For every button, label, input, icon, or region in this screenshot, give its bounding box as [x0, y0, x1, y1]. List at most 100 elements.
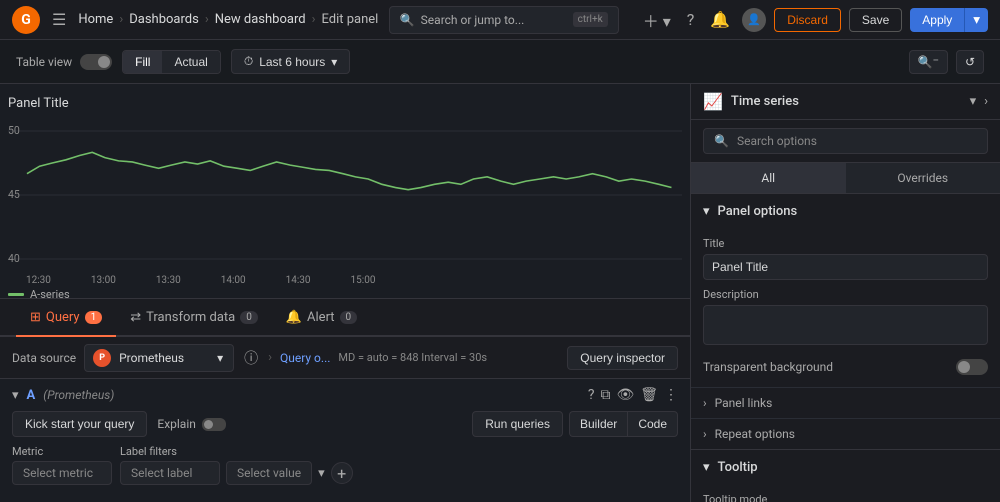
kickstart-row: Kick start your query Explain Run querie… — [12, 411, 678, 437]
chevron-right-icon: › — [703, 427, 707, 441]
panel-options-content: Title Description Transparent background — [691, 237, 1000, 387]
discard-button[interactable]: Discard — [774, 8, 841, 32]
query-editor: ▾ A (Prometheus) ? ⧉ 👁 🗑 ⋮ Kick start yo… — [0, 379, 690, 502]
sub-toolbar: Table view Fill Actual ⏱ Last 6 hours ▾ … — [0, 40, 1000, 84]
breadcrumb-new-dashboard[interactable]: New dashboard — [215, 12, 306, 27]
panel-options-header[interactable]: ▾ Panel options — [691, 194, 1000, 229]
label-select[interactable]: Select label — [120, 461, 220, 485]
hamburger-menu[interactable]: ☰ — [48, 6, 70, 33]
query-badge: 1 — [85, 311, 103, 324]
top-nav: G ☰ Home › Dashboards › New dashboard › … — [0, 0, 1000, 40]
actual-button[interactable]: Actual — [162, 51, 219, 73]
apply-button[interactable]: Apply — [910, 8, 964, 32]
chevron-right-icon: › — [703, 396, 707, 410]
explain-switch[interactable] — [202, 418, 226, 431]
alert-badge: 0 — [340, 311, 358, 324]
svg-text:45: 45 — [8, 188, 20, 201]
repeat-options-row[interactable]: › Repeat options — [691, 418, 1000, 449]
builder-code-toggle: Builder Code — [569, 411, 678, 437]
more-icon[interactable]: ⋮ — [664, 387, 678, 403]
x-label-1330: 13:30 — [156, 275, 181, 286]
query-letter: A — [27, 388, 36, 403]
svg-text:40: 40 — [8, 252, 20, 265]
svg-text:50: 50 — [8, 124, 20, 137]
tab-query[interactable]: ⊞ Query 1 — [16, 302, 116, 337]
query-link[interactable]: Query o... — [280, 351, 330, 365]
chevron-down-icon: ▾ — [217, 351, 223, 365]
transparent-bg-row: Transparent background — [703, 359, 988, 375]
query-inspector-button[interactable]: Query inspector — [567, 346, 678, 370]
search-icon: 🔍 — [714, 134, 729, 148]
refresh-button[interactable]: ↺ — [956, 50, 984, 74]
breadcrumb-dashboards[interactable]: Dashboards — [129, 12, 199, 27]
search-icon: 🔍 — [400, 13, 415, 27]
duplicate-icon[interactable]: ⧉ — [600, 387, 610, 403]
viz-expand-icon[interactable]: ▾ — [970, 94, 977, 109]
breadcrumb: Home › Dashboards › New dashboard › Edit… — [78, 12, 378, 27]
title-input[interactable] — [703, 254, 988, 280]
tab-alert[interactable]: 🔔 Alert 0 — [272, 302, 371, 337]
tooltip-header[interactable]: ▾ Tooltip — [691, 450, 1000, 485]
query-meta: MD = auto = 848 Interval = 30s — [338, 351, 487, 364]
viz-chevron-icon[interactable]: › — [984, 94, 988, 109]
apply-dropdown-button[interactable]: ▾ — [964, 8, 988, 32]
add-icon[interactable]: ＋ ▾ — [639, 4, 675, 36]
builder-button[interactable]: Builder — [569, 411, 627, 437]
trash-icon[interactable]: 🗑 — [640, 387, 658, 403]
time-range-button[interactable]: ⏱ Last 6 hours ▾ — [231, 49, 350, 74]
transparent-bg-toggle[interactable] — [956, 359, 988, 375]
tooltip-section: ▾ Tooltip Tooltip mode Single All Hidden — [691, 450, 1000, 502]
chart-legend: A-series — [8, 288, 682, 301]
table-view-toggle[interactable]: Table view — [16, 54, 112, 70]
clock-icon: ⏱ — [244, 54, 253, 69]
run-queries-button[interactable]: Run queries — [472, 411, 563, 437]
metric-select[interactable]: Select metric — [12, 461, 112, 485]
search-options-input[interactable]: 🔍 Search options — [703, 128, 988, 154]
table-view-switch[interactable] — [80, 54, 112, 70]
x-label-1430: 14:30 — [286, 275, 311, 286]
collapse-icon[interactable]: ▾ — [12, 388, 19, 403]
all-overrides-tabs: All Overrides — [691, 163, 1000, 194]
tab-overrides[interactable]: Overrides — [846, 163, 1000, 193]
notifications-icon[interactable]: 🔔 — [706, 6, 734, 33]
value-select[interactable]: Select value — [226, 461, 312, 485]
x-label-1300: 13:00 — [91, 275, 116, 286]
chevron-right-icon: › — [268, 350, 272, 365]
eye-icon[interactable]: 👁 — [616, 387, 634, 403]
description-textarea[interactable] — [703, 305, 988, 345]
query-ds-label: (Prometheus) — [43, 388, 114, 402]
global-search[interactable]: 🔍 Search or jump to... ctrl+k — [389, 6, 619, 34]
transform-badge: 0 — [240, 311, 258, 324]
query-row-icons: ? ⧉ 👁 🗑 ⋮ — [588, 387, 678, 403]
toolbar-right: 🔍⁻ ↺ — [909, 50, 984, 74]
breadcrumb-home[interactable]: Home — [78, 12, 113, 27]
zoom-out-button[interactable]: 🔍⁻ — [909, 50, 948, 74]
datasource-select[interactable]: P Prometheus ▾ — [84, 344, 234, 372]
left-panel: Panel Title 50 45 40 12:30 13:00 13:30 1… — [0, 84, 690, 502]
search-options-bar: 🔍 Search options — [691, 120, 1000, 163]
tooltip-content: Tooltip mode Single All Hidden — [691, 493, 1000, 502]
user-avatar[interactable]: 👤 — [742, 8, 766, 32]
panel-links-row[interactable]: › Panel links — [691, 387, 1000, 418]
help-query-icon[interactable]: ? — [588, 387, 595, 403]
tab-transform[interactable]: ⇄ Transform data 0 — [116, 302, 272, 337]
right-panel: 📈 Time series ▾ › 🔍 Search options All O… — [690, 84, 1000, 502]
prometheus-icon: P — [93, 349, 111, 367]
save-button[interactable]: Save — [849, 8, 902, 32]
transform-icon: ⇄ — [130, 310, 141, 325]
kickstart-button[interactable]: Kick start your query — [12, 411, 147, 437]
x-label-1500: 15:00 — [351, 275, 376, 286]
help-icon[interactable]: ? — [683, 6, 699, 33]
search-shortcut: ctrl+k — [573, 12, 608, 27]
run-queries-row: Run queries Builder Code — [472, 411, 678, 437]
tab-all[interactable]: All — [691, 163, 846, 193]
info-icon[interactable]: ⓘ — [242, 346, 260, 370]
add-filter-button[interactable]: + — [331, 462, 353, 484]
chart-area: Panel Title 50 45 40 12:30 13:00 13:30 1… — [0, 84, 690, 299]
main-layout: Panel Title 50 45 40 12:30 13:00 13:30 1… — [0, 84, 1000, 502]
app-logo[interactable]: G — [12, 6, 40, 34]
query-tabs: ⊞ Query 1 ⇄ Transform data 0 🔔 Alert 0 — [0, 299, 690, 337]
code-button[interactable]: Code — [627, 411, 678, 437]
fill-button[interactable]: Fill — [123, 51, 162, 73]
metric-row: Metric Select metric Label filters Selec… — [12, 445, 678, 485]
